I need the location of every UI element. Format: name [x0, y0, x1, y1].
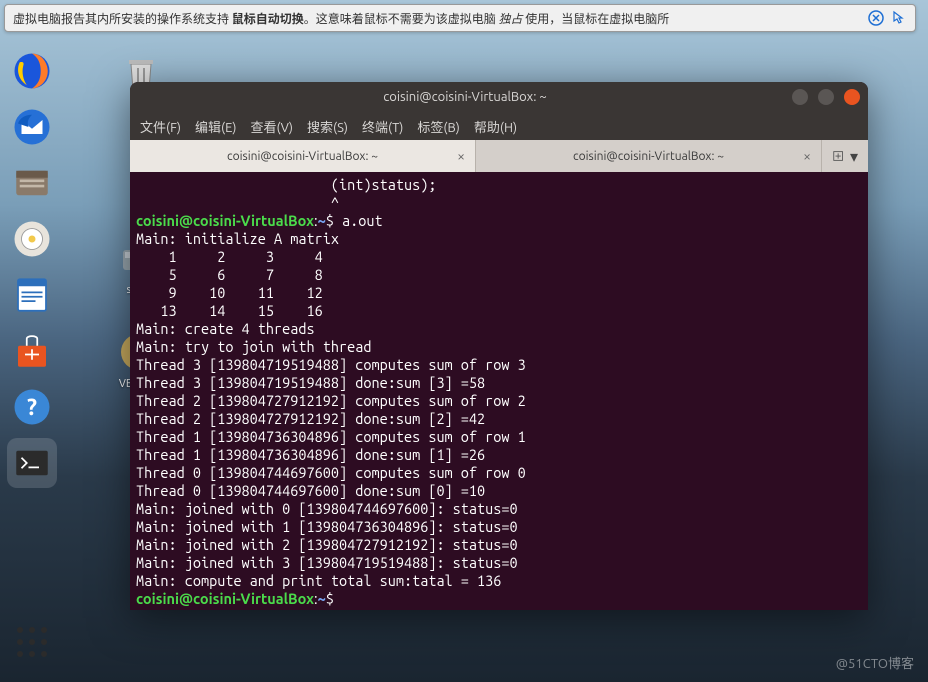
- svg-text:?: ?: [27, 395, 37, 420]
- tab-1[interactable]: coisini@coisini-VirtualBox: ~ ×: [130, 140, 476, 172]
- chevron-down-icon[interactable]: ▾: [850, 147, 858, 166]
- vm-notification: 虚拟电脑报告其内所安装的操作系统支持 鼠标自动切换。这意味着鼠标不需要为该虚拟电…: [4, 4, 916, 32]
- watermark: @51CTO博客: [836, 653, 914, 672]
- notification-close-icon[interactable]: [867, 9, 885, 27]
- window-titlebar[interactable]: coisini@coisini-VirtualBox: ~: [130, 82, 868, 112]
- help-icon[interactable]: ?: [7, 382, 57, 432]
- files-icon[interactable]: [7, 158, 57, 208]
- menubar: 文件(F) 编辑(E) 查看(V) 搜索(S) 终端(T) 标签(B) 帮助(H…: [130, 112, 868, 140]
- menu-help[interactable]: 帮助(H): [474, 117, 517, 136]
- tab-label: coisini@coisini-VirtualBox: ~: [227, 150, 378, 163]
- tab-close-icon[interactable]: ×: [803, 148, 811, 164]
- launcher-dock: ?: [0, 40, 64, 494]
- notification-mouse-icon[interactable]: [889, 9, 907, 27]
- window-title: coisini@coisini-VirtualBox: ~: [138, 90, 792, 104]
- close-button[interactable]: [844, 89, 860, 105]
- tab-close-icon[interactable]: ×: [457, 148, 465, 164]
- terminal-window: coisini@coisini-VirtualBox: ~ 文件(F) 编辑(E…: [130, 82, 868, 610]
- tab-new-button[interactable]: ▾: [822, 140, 868, 172]
- menu-file[interactable]: 文件(F): [140, 117, 181, 136]
- notification-text: 虚拟电脑报告其内所安装的操作系统支持 鼠标自动切换。这意味着鼠标不需要为该虚拟电…: [13, 10, 669, 27]
- firefox-icon[interactable]: [7, 46, 57, 96]
- software-center-icon[interactable]: [7, 326, 57, 376]
- rhythmbox-icon[interactable]: [7, 214, 57, 264]
- menu-search[interactable]: 搜索(S): [307, 117, 348, 136]
- menu-tabs[interactable]: 标签(B): [417, 117, 459, 136]
- maximize-button[interactable]: [818, 89, 834, 105]
- libreoffice-writer-icon[interactable]: [7, 270, 57, 320]
- menu-view[interactable]: 查看(V): [251, 117, 293, 136]
- show-applications-icon[interactable]: [10, 620, 54, 664]
- tab-2[interactable]: coisini@coisini-VirtualBox: ~ ×: [476, 140, 822, 172]
- menu-terminal[interactable]: 终端(T): [362, 117, 403, 136]
- tab-label: coisini@coisini-VirtualBox: ~: [573, 150, 724, 163]
- terminal-dock-icon[interactable]: [7, 438, 57, 488]
- menu-edit[interactable]: 编辑(E): [195, 117, 236, 136]
- tab-bar: coisini@coisini-VirtualBox: ~ × coisini@…: [130, 140, 868, 172]
- minimize-button[interactable]: [792, 89, 808, 105]
- terminal-output[interactable]: (int)status); ^ coisini@coisini-VirtualB…: [130, 172, 868, 610]
- thunderbird-icon[interactable]: [7, 102, 57, 152]
